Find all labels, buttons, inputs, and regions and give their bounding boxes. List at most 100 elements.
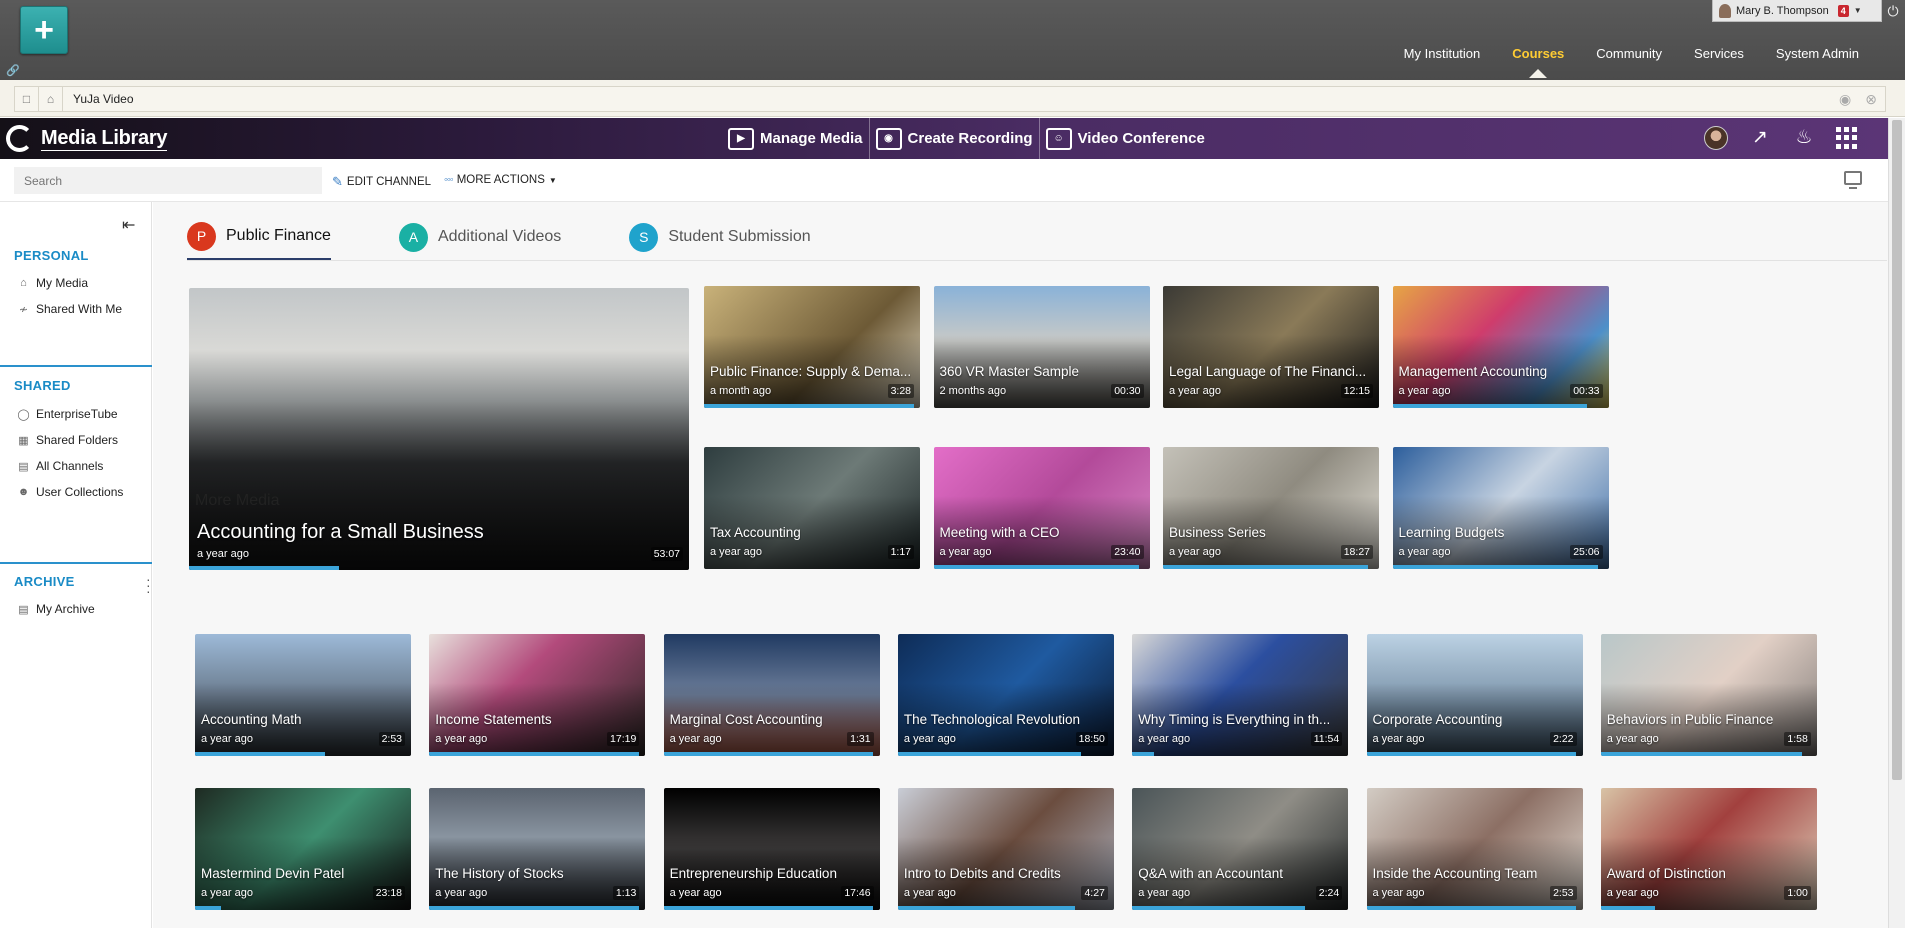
video-card[interactable]: Inside the Accounting Team a year ago 2:53: [1366, 788, 1583, 910]
video-card[interactable]: Legal Language of The Financi... a year a…: [1163, 286, 1379, 408]
app-grid-icon[interactable]: [1836, 127, 1858, 149]
video-card[interactable]: Accounting Math a year ago 2:53: [195, 634, 411, 756]
collapse-sidebar-icon[interactable]: ⇤: [122, 215, 135, 235]
video-date: a year ago: [939, 546, 992, 558]
video-card[interactable]: The Technological Revolution a year ago 18…: [897, 634, 1114, 756]
video-card[interactable]: Mastermind Devin Patel a year ago 23:18: [195, 788, 411, 910]
sidebar-item-enterprisetube[interactable]: ◯ EnterpriseTube: [0, 407, 151, 421]
notification-badge[interactable]: 4: [1837, 4, 1849, 17]
video-card[interactable]: Management Accounting a year ago 00:33: [1392, 286, 1609, 408]
video-title: Inside the Accounting Team: [1372, 866, 1538, 881]
nav-system-admin[interactable]: System Admin: [1760, 46, 1875, 61]
presenter-icon: ☺: [1045, 127, 1072, 150]
archive-icon: ▤: [18, 603, 29, 616]
video-card[interactable]: Public Finance: Supply & Dema... a month …: [704, 286, 920, 408]
create-recording-button[interactable]: ◉ Create Recording: [870, 118, 1040, 159]
edit-channel-button[interactable]: ✎ EDIT CHANNEL: [332, 174, 431, 190]
toolbar: ✎ EDIT CHANNEL ◦◦◦ MORE ACTIONS ▼: [0, 159, 1888, 202]
nav-community[interactable]: Community: [1580, 46, 1678, 61]
tab-badge: A: [398, 222, 428, 252]
video-card[interactable]: The History of Stocks a year ago 1:13: [429, 788, 646, 910]
more-dots-icon: ◦◦◦: [444, 174, 454, 186]
video-card[interactable]: Tax Accounting a year ago 1:17: [704, 447, 920, 569]
more-actions-button[interactable]: ◦◦◦ MORE ACTIONS ▼: [444, 174, 557, 186]
video-card[interactable]: Marginal Cost Accounting a year ago 1:31: [663, 634, 880, 756]
video-title: Marginal Cost Accounting: [669, 712, 823, 727]
video-conference-button[interactable]: ☺ Video Conference: [1040, 118, 1211, 159]
sidebar-heading: SHARED: [14, 378, 71, 393]
monitor-icon[interactable]: [1844, 171, 1862, 189]
caret-down-icon: ▼: [548, 175, 557, 185]
video-card[interactable]: Income Statements a year ago 17:19: [429, 634, 646, 756]
video-card[interactable]: Entrepreneurship Education a year ago 17:4…: [663, 788, 880, 910]
user-icon: ☻: [17, 486, 30, 498]
video-card[interactable]: 360 VR Master Sample 2 months ago 00:30: [933, 286, 1150, 408]
video-duration: 18:50: [1075, 732, 1108, 746]
video-card[interactable]: Intro to Debits and Credits a year ago 4:2…: [897, 788, 1114, 910]
nav-courses[interactable]: Courses: [1496, 46, 1580, 61]
video-card[interactable]: Meeting with a CEO a year ago 23:40: [933, 447, 1150, 569]
header-actions: ▶ Manage Media ◉ Create Recording ☺ Vide…: [722, 118, 1211, 159]
app-logo[interactable]: Media Library: [6, 125, 167, 152]
video-card[interactable]: Business Series a year ago 18:27: [1163, 447, 1379, 569]
window-icon[interactable]: □: [15, 87, 39, 111]
sidebar-section-shared: SHARED ◯ EnterpriseTube ▦ Shared Folders…: [0, 378, 151, 499]
home-icon[interactable]: ⌂: [39, 87, 63, 111]
main-content: P Public Finance A Additional Videos S S…: [153, 202, 1888, 928]
sidebar-item-shared-with-me[interactable]: ≁ Shared With Me: [0, 302, 151, 316]
sidebar-item-shared-folders[interactable]: ▦ Shared Folders: [0, 433, 151, 447]
close-icon[interactable]: ⊗: [1865, 91, 1877, 108]
kebab-menu-icon[interactable]: · · ·: [146, 572, 151, 598]
progress-bar: [1366, 906, 1577, 910]
video-card[interactable]: Behaviors in Public Finance a year ago 1:5…: [1600, 634, 1817, 756]
user-menu[interactable]: Mary B. Thompson 4 ▼: [1712, 0, 1882, 22]
video-duration: 1:58: [1784, 732, 1811, 746]
video-duration: 17:46: [841, 886, 874, 900]
video-date: a year ago: [669, 733, 722, 745]
video-title: Tax Accounting: [710, 525, 801, 540]
scrollbar-thumb[interactable]: [1892, 120, 1902, 780]
sidebar-item-my-archive[interactable]: ▤ My Archive: [0, 602, 151, 616]
video-title: Award of Distinction: [1606, 866, 1726, 881]
progress-bar: [1392, 565, 1598, 569]
tab-student-submission[interactable]: S Student Submission: [629, 222, 811, 260]
progress-bar: [897, 906, 1075, 910]
nav-services[interactable]: Services: [1678, 46, 1760, 61]
link-icon[interactable]: 🔗: [6, 64, 20, 77]
scrollbar[interactable]: [1888, 118, 1905, 928]
nav-my-institution[interactable]: My Institution: [1388, 46, 1497, 61]
progress-bar: [195, 906, 221, 910]
lms-nav: My Institution Courses Community Service…: [1388, 46, 1875, 61]
profile-avatar[interactable]: [1704, 126, 1728, 150]
video-duration: 1:17: [887, 545, 914, 559]
sidebar-item-all-channels[interactable]: ▤ All Channels: [0, 459, 151, 473]
breadcrumb: □ ⌂ YuJa Video ◉ ⊗: [0, 80, 1905, 117]
bell-icon[interactable]: ♨: [1792, 126, 1816, 150]
divider: [0, 365, 152, 367]
sidebar-item-user-collections[interactable]: ☻ User Collections: [0, 485, 151, 499]
search-input[interactable]: [14, 167, 322, 194]
video-card[interactable]: Why Timing is Everything in th... a year …: [1132, 634, 1349, 756]
chevron-down-icon[interactable]: ▼: [1854, 6, 1862, 15]
video-card[interactable]: Q&A with an Accountant a year ago 2:24: [1132, 788, 1349, 910]
tab-public-finance[interactable]: P Public Finance: [187, 221, 331, 260]
video-date: a year ago: [201, 733, 253, 745]
video-title: The History of Stocks: [435, 866, 564, 881]
eye-icon[interactable]: ◉: [1839, 91, 1851, 108]
power-icon[interactable]: ⏻: [1884, 2, 1902, 20]
tab-additional-videos[interactable]: A Additional Videos: [398, 222, 561, 260]
manage-media-button[interactable]: ▶ Manage Media: [722, 118, 870, 159]
breadcrumb-text[interactable]: YuJa Video: [63, 92, 134, 106]
video-card[interactable]: Learning Budgets a year ago 25:06: [1392, 447, 1609, 569]
featured-video-card[interactable]: Accounting for a Small Business a year a…: [189, 288, 689, 570]
external-link-icon[interactable]: ↗: [1748, 126, 1772, 150]
add-button[interactable]: +: [20, 6, 68, 54]
plus-icon: +: [34, 11, 54, 49]
video-card[interactable]: Corporate Accounting a year ago 2:22: [1366, 634, 1583, 756]
video-card[interactable]: Award of Distinction a year ago 1:00: [1600, 788, 1817, 910]
video-title: Learning Budgets: [1398, 525, 1505, 540]
video-duration: 25:06: [1570, 545, 1603, 559]
video-title: Business Series: [1169, 525, 1266, 540]
video-title: Accounting Math: [201, 712, 302, 727]
sidebar-item-my-media[interactable]: ⌂ My Media: [0, 276, 151, 290]
